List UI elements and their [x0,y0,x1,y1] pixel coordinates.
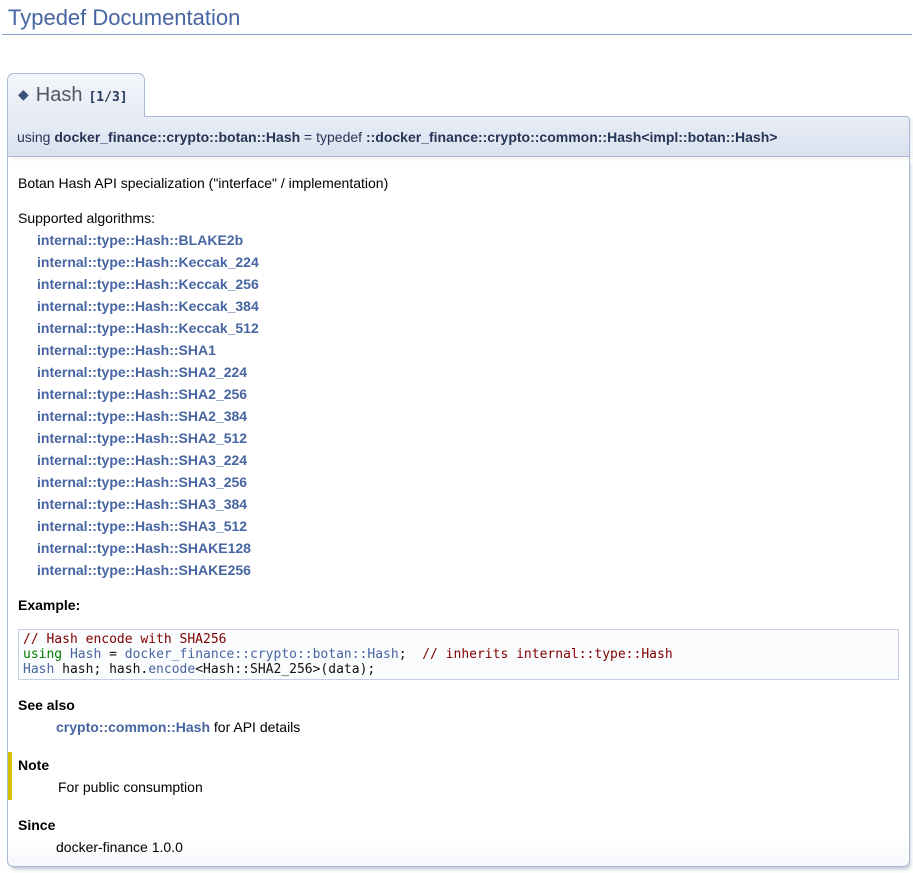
algorithm-link[interactable]: internal::type::Hash::SHAKE256 [37,559,899,581]
code-comment: // Hash encode with SHA256 [23,632,227,647]
algorithm-link[interactable]: internal::type::Hash::SHA2_256 [37,383,899,405]
algorithm-link[interactable]: internal::type::Hash::Keccak_224 [37,251,899,273]
see-also-link[interactable]: crypto::common::Hash [56,719,210,735]
typedef-target-link[interactable]: ::docker_finance::crypto::common::Hash<i… [366,129,777,145]
algorithm-link[interactable]: internal::type::Hash::Keccak_384 [37,295,899,317]
member-doc: Botan Hash API specialization ("interfac… [7,157,910,867]
since-section: Since docker-finance 1.0.0 [18,814,899,858]
member-tab: ◆ Hash [1/3] [7,73,145,117]
algorithm-list: internal::type::Hash::BLAKE2binternal::t… [18,229,899,581]
code-line: Hash hash; hash.encode<Hash::SHA2_256>(d… [23,662,894,677]
code-plain: = [101,647,124,662]
algorithm-link[interactable]: internal::type::Hash::SHA3_256 [37,471,899,493]
typedef-name-link[interactable]: docker_finance::crypto::botan::Hash [54,129,300,145]
algorithm-link[interactable]: internal::type::Hash::Keccak_256 [37,273,899,295]
algorithm-link[interactable]: internal::type::Hash::SHAKE128 [37,537,899,559]
description-text: Botan Hash API specialization ("interfac… [18,172,899,194]
permalink-anchor-icon[interactable]: ◆ [18,86,29,102]
see-also-suffix: for API details [210,719,300,735]
code-line: // Hash encode with SHA256 [23,632,894,647]
code-block: // Hash encode with SHA256using Hash = d… [18,629,899,680]
algorithm-link[interactable]: internal::type::Hash::Keccak_512 [37,317,899,339]
see-also-content: crypto::common::Hash for API details [56,716,899,738]
code-link[interactable]: Hash [70,647,101,662]
since-text: docker-finance 1.0.0 [56,836,899,858]
code-link[interactable]: Hash [23,662,54,677]
algorithm-link[interactable]: internal::type::Hash::SHA2_512 [37,427,899,449]
code-plain: hash; hash. [54,662,148,677]
algorithm-link[interactable]: internal::type::Hash::SHA1 [37,339,899,361]
page-title: Typedef Documentation [2,0,912,35]
code-keyword: using [23,647,62,662]
proto-using-keyword: using [17,129,54,145]
note-label: Note [18,754,899,776]
code-comment: // inherits internal::type::Hash [422,647,672,662]
algorithm-link[interactable]: internal::type::Hash::SHA3_512 [37,515,899,537]
overload-index: [1/3] [88,90,127,105]
see-also-section: See also crypto::common::Hash for API de… [18,694,899,738]
code-link[interactable]: encode [148,662,195,677]
code-link[interactable]: docker_finance::crypto::botan::Hash [125,647,399,662]
member-name: Hash [36,84,83,106]
since-label: Since [18,814,899,836]
example-label: Example: [18,594,899,616]
code-plain [62,647,70,662]
algorithm-link[interactable]: internal::type::Hash::SHA3_384 [37,493,899,515]
note-text: For public consumption [58,776,899,798]
member-item: ◆Hash[1/3] using docker_finance::crypto:… [7,73,910,867]
code-plain: <Hash::SHA2_256>(data); [195,662,375,677]
algorithm-link[interactable]: internal::type::Hash::SHA2_384 [37,405,899,427]
see-also-label: See also [18,694,899,716]
member-body: using docker_finance::crypto::botan::Has… [7,116,910,867]
algorithm-link[interactable]: internal::type::Hash::BLAKE2b [37,229,899,251]
code-line: using Hash = docker_finance::crypto::bot… [23,647,894,662]
algorithm-link[interactable]: internal::type::Hash::SHA3_224 [37,449,899,471]
member-prototype: using docker_finance::crypto::botan::Has… [7,116,910,157]
algorithm-link[interactable]: internal::type::Hash::SHA2_224 [37,361,899,383]
supported-algorithms-label: Supported algorithms: [18,207,899,229]
note-section: Note For public consumption [8,752,899,800]
code-plain: ; [399,647,422,662]
proto-equals: = typedef [300,129,366,145]
